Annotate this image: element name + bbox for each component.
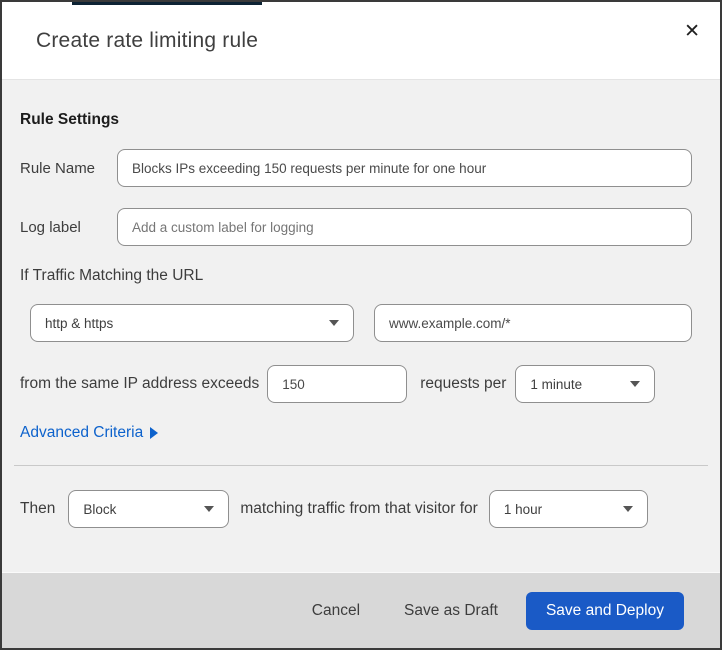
rule-name-row: Rule Name (20, 149, 692, 187)
threshold-row: from the same IP address exceeds request… (20, 365, 692, 403)
dialog-footer: Cancel Save as Draft Save and Deploy (2, 572, 720, 648)
url-match-row: http & https (30, 304, 692, 342)
period-select[interactable]: 1 minute (515, 365, 656, 403)
dialog-body: Rule Settings Rule Name Log label If Tra… (2, 80, 720, 572)
close-button[interactable]: ✕ (680, 18, 704, 45)
then-text: Then (20, 500, 56, 517)
save-and-deploy-button[interactable]: Save and Deploy (525, 591, 684, 630)
advanced-criteria-label: Advanced Criteria (20, 424, 144, 441)
log-label-input[interactable] (117, 208, 692, 246)
arrow-right-icon (150, 427, 159, 439)
duration-select[interactable]: 1 hour (488, 490, 648, 528)
rule-name-input[interactable] (117, 149, 692, 187)
section-divider (14, 465, 708, 466)
threshold-middle-text: requests per (420, 375, 507, 392)
rule-name-label: Rule Name (20, 159, 96, 177)
chevron-down-icon (630, 381, 641, 387)
save-as-draft-button[interactable]: Save as Draft (404, 602, 498, 620)
dialog-title: Create rate limiting rule (36, 28, 259, 52)
chevron-down-icon (329, 320, 339, 326)
action-select[interactable]: Block (68, 490, 230, 528)
log-label-label: Log label (20, 218, 81, 236)
advanced-criteria-link[interactable]: Advanced Criteria (20, 424, 159, 442)
protocol-select[interactable]: http & https (30, 304, 354, 342)
period-select-value: 1 minute (530, 376, 583, 392)
threshold-prefix-text: from the same IP address exceeds (20, 375, 260, 392)
chevron-down-icon (622, 506, 633, 512)
top-edge-strip (72, 2, 262, 5)
action-row: Then Block matching traffic from that vi… (20, 490, 692, 528)
close-icon: ✕ (684, 21, 700, 42)
action-select-value: Block (83, 501, 117, 517)
traffic-match-heading: If Traffic Matching the URL (20, 267, 204, 284)
url-pattern-input[interactable] (374, 304, 692, 342)
action-middle-text: matching traffic from that visitor for (240, 500, 478, 517)
create-rate-limiting-rule-dialog: Create rate limiting rule ✕ Rule Setting… (0, 0, 722, 650)
duration-select-value: 1 hour (503, 501, 543, 517)
log-label-row: Log label (20, 208, 692, 246)
request-count-input[interactable] (267, 365, 408, 403)
cancel-button[interactable]: Cancel (312, 602, 360, 620)
protocol-select-value: http & https (45, 315, 114, 331)
chevron-down-icon (204, 506, 215, 512)
rule-settings-heading: Rule Settings (20, 111, 120, 128)
dialog-header: Create rate limiting rule ✕ (2, 2, 720, 80)
